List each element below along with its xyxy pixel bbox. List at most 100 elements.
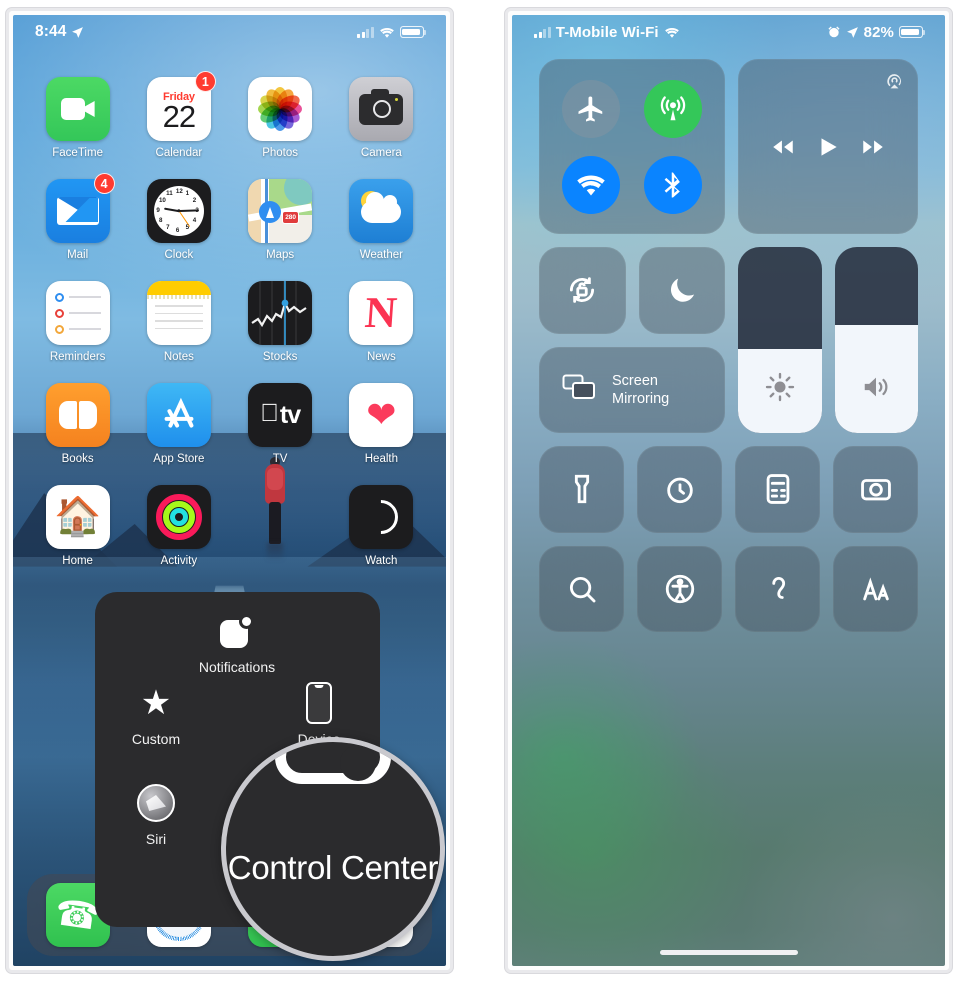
moon-icon[interactable] <box>638 247 725 334</box>
play-icon[interactable] <box>815 134 841 160</box>
cc-shortcut-row-1 <box>539 446 918 533</box>
app-label: Reminders <box>49 351 106 363</box>
at-item-custom[interactable]: ★ Custom <box>110 682 202 748</box>
cc-shortcut-row-2 <box>539 545 918 632</box>
cc-row-2: Screen Mirroring <box>539 247 918 433</box>
status-left-group: T-Mobile Wi-Fi <box>534 24 680 41</box>
app-label: Weather <box>359 249 403 261</box>
app-notes[interactable]: Notes <box>128 281 229 363</box>
at-item-siri[interactable]: Siri <box>110 782 202 848</box>
alarm-clock-icon <box>828 26 840 38</box>
status-carrier: T-Mobile Wi-Fi <box>555 23 659 41</box>
at-item-label: Notifications <box>198 659 276 675</box>
location-arrow-icon <box>846 26 858 38</box>
volume-slider[interactable] <box>834 247 918 433</box>
left-status-bar: 8:44 <box>13 15 446 49</box>
maps-icon[interactable]: 280 <box>248 179 313 243</box>
right-phone-screen: T-Mobile Wi-Fi 82% Screen Mirroring <box>512 15 945 966</box>
app-facetime[interactable]: FaceTime <box>27 77 128 159</box>
app-home[interactable]: 🏠 Home <box>27 485 128 567</box>
tv-icon[interactable]: tv <box>248 383 313 447</box>
media-panel <box>738 59 918 234</box>
star-icon: ★ <box>140 684 172 722</box>
app-mail[interactable]: 4 Mail <box>27 173 128 261</box>
photos-icon[interactable] <box>248 77 313 141</box>
siri-icon <box>137 782 175 824</box>
clock-icon[interactable]: 1 2 3 4 5 6 7 8 9 10 11 12 <box>146 179 211 243</box>
battery-percent: 82% <box>863 23 894 41</box>
brightness-slider[interactable] <box>738 247 822 433</box>
fast-forward-icon[interactable] <box>860 134 886 160</box>
app-label: Mail <box>67 249 89 261</box>
flashlight-icon[interactable] <box>539 446 624 533</box>
app-watch[interactable]: Watch <box>331 485 432 567</box>
home-app-icon[interactable]: 🏠 <box>45 485 110 549</box>
app-label: Camera <box>360 147 402 159</box>
accessibility-icon[interactable] <box>637 545 722 632</box>
notes-icon[interactable] <box>146 281 211 345</box>
weather-icon[interactable] <box>349 179 414 243</box>
books-icon[interactable] <box>45 383 110 447</box>
app-app-store[interactable]: App Store <box>128 383 229 465</box>
magnifier-icon[interactable] <box>539 545 624 632</box>
app-clock[interactable]: 1 2 3 4 5 6 7 8 9 10 11 12 Clock <box>128 179 229 261</box>
app-maps[interactable]: 280 Maps <box>230 179 331 261</box>
cellular-signal-icon <box>357 26 374 38</box>
magnifier-callout: Control Center <box>221 737 445 961</box>
watch-icon[interactable] <box>349 485 414 549</box>
health-icon[interactable]: ❤ <box>349 383 414 447</box>
app-reminders[interactable]: Reminders <box>27 281 128 363</box>
calendar-date: 22 <box>162 99 196 135</box>
wifi-icon <box>380 27 394 38</box>
status-right-group: 82% <box>827 23 926 41</box>
news-icon[interactable]: N <box>349 281 414 345</box>
status-time: 8:44 <box>35 23 67 40</box>
bluetooth-icon[interactable] <box>643 155 702 214</box>
at-item-notifications[interactable]: Notifications <box>191 610 283 676</box>
cellular-antenna-icon[interactable] <box>643 79 702 138</box>
cc-row-1 <box>539 59 918 234</box>
app-calendar[interactable]: Friday 22 1 Calendar <box>128 71 229 159</box>
brightness-icon <box>765 372 795 407</box>
camera-icon[interactable] <box>349 77 414 141</box>
app-tv[interactable]: tv TV <box>230 383 331 465</box>
device-icon <box>306 682 332 724</box>
app-books[interactable]: Books <box>27 383 128 465</box>
rewind-icon[interactable] <box>770 134 796 160</box>
app-stocks[interactable]: Stocks <box>230 281 331 363</box>
control-center: Screen Mirroring <box>512 59 945 966</box>
facetime-icon[interactable] <box>45 77 110 141</box>
left-phone-screen: 8:44 FaceTime Friday 22 1 Calendar Photo… <box>13 15 446 966</box>
rotation-lock-icon[interactable] <box>539 247 626 334</box>
stocks-icon[interactable] <box>248 281 313 345</box>
airplane-icon[interactable] <box>562 79 621 138</box>
home-indicator-bar <box>659 950 798 955</box>
cc-toggle-row <box>539 247 725 334</box>
app-weather[interactable]: Weather <box>331 179 432 261</box>
calculator-icon[interactable] <box>735 446 820 533</box>
reminders-icon[interactable] <box>45 281 110 345</box>
app-health[interactable]: ❤ Health <box>331 383 432 465</box>
airplay-icon[interactable] <box>885 71 904 90</box>
app-activity[interactable]: Activity <box>128 485 229 567</box>
timer-icon[interactable] <box>637 446 722 533</box>
hearing-icon[interactable] <box>735 545 820 632</box>
text-size-icon[interactable] <box>833 545 918 632</box>
cc-left-column: Screen Mirroring <box>539 247 725 433</box>
status-right-group <box>357 26 427 39</box>
location-arrow-icon <box>72 26 84 38</box>
screen-mirroring-button[interactable]: Screen Mirroring <box>539 346 725 433</box>
camera-shortcut-icon[interactable] <box>833 446 918 533</box>
home-screen-app-grid: FaceTime Friday 22 1 Calendar Photos Cam… <box>13 71 446 567</box>
app-camera[interactable]: Camera <box>331 77 432 159</box>
cellular-signal-icon <box>534 26 551 38</box>
connectivity-panel <box>539 59 725 234</box>
battery-icon <box>899 26 926 38</box>
activity-icon[interactable] <box>146 485 211 549</box>
app-photos[interactable]: Photos <box>230 77 331 159</box>
app-news[interactable]: N News <box>331 281 432 363</box>
app-store-icon[interactable] <box>146 383 211 447</box>
status-left-group: 8:44 <box>35 23 84 41</box>
app-label: Maps <box>266 249 295 261</box>
wifi-icon[interactable] <box>562 155 621 214</box>
